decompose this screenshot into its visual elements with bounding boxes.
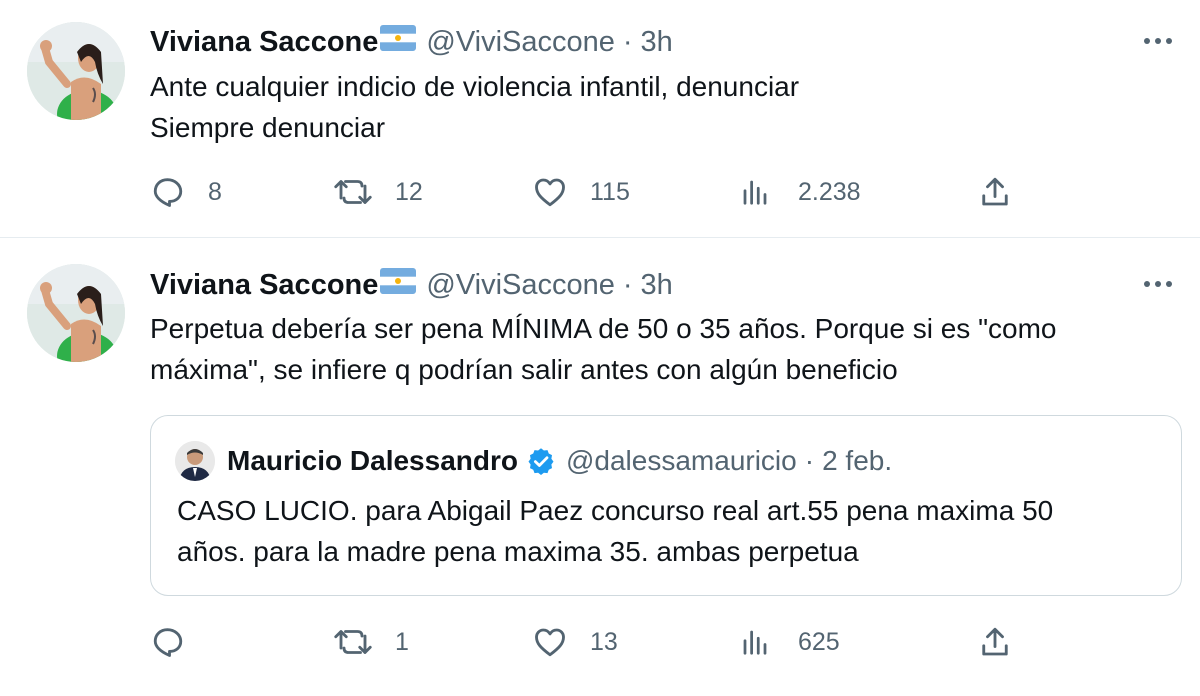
separator-dot: · bbox=[622, 268, 633, 301]
views-button[interactable]: 625 bbox=[740, 622, 840, 662]
like-count: 115 bbox=[590, 177, 630, 206]
heart-icon bbox=[532, 174, 568, 210]
quoted-tweet-header: Mauricio Dalessandro @dalessamauricio · … bbox=[175, 438, 892, 484]
reply-icon bbox=[150, 624, 186, 660]
like-button[interactable]: 13 bbox=[532, 622, 618, 662]
tweet-header: Viviana Saccone @ViviSaccone · 3h bbox=[150, 265, 673, 305]
quoted-tweet-text: CASO LUCIO. para Abigail Paez concurso r… bbox=[177, 490, 1167, 572]
quoted-timestamp[interactable]: 2 feb. bbox=[822, 445, 892, 477]
like-count: 13 bbox=[590, 627, 618, 656]
quoted-text-line: CASO LUCIO. para Abigail Paez concurso r… bbox=[177, 495, 1054, 526]
quoted-author-name[interactable]: Mauricio Dalessandro bbox=[227, 445, 518, 477]
quoted-text-line: años. para la madre pena maxima 35. amba… bbox=[177, 536, 859, 567]
reply-button[interactable] bbox=[150, 622, 208, 662]
argentina-flag-icon bbox=[380, 268, 417, 302]
timestamp[interactable]: 3h bbox=[641, 269, 673, 302]
heart-icon bbox=[532, 624, 568, 660]
retweet-count: 12 bbox=[395, 177, 423, 206]
retweet-button[interactable]: 1 bbox=[333, 622, 409, 662]
action-bar: 1 13 625 bbox=[150, 622, 1030, 662]
share-button[interactable] bbox=[977, 172, 1013, 212]
more-icon[interactable] bbox=[1138, 269, 1178, 299]
tweet-text: Ante cualquier indicio de violencia infa… bbox=[150, 66, 1170, 148]
views-count: 625 bbox=[798, 627, 840, 656]
tweet[interactable]: Viviana Saccone @ViviSaccone · 3h Perpet… bbox=[0, 239, 1200, 696]
author-handle[interactable]: @ViviSaccone bbox=[426, 26, 615, 59]
author-handle[interactable]: @ViviSaccone bbox=[426, 269, 615, 302]
tweet-header: Viviana Saccone @ViviSaccone · 3h bbox=[150, 22, 673, 62]
more-icon[interactable] bbox=[1138, 26, 1178, 56]
quoted-author-handle[interactable]: @dalessamauricio bbox=[566, 445, 797, 477]
quoted-tweet[interactable]: Mauricio Dalessandro @dalessamauricio · … bbox=[150, 415, 1182, 596]
retweet-icon bbox=[333, 174, 373, 210]
verified-badge-icon bbox=[526, 446, 556, 476]
views-icon bbox=[740, 627, 770, 657]
tweet-text-line: Siempre denunciar bbox=[150, 112, 386, 143]
timestamp[interactable]: 3h bbox=[641, 26, 673, 59]
tweet-text-line: Perpetua debería ser pena MÍNIMA de 50 o… bbox=[150, 313, 1057, 344]
tweet[interactable]: Viviana Saccone @ViviSaccone · 3h Ante c… bbox=[0, 0, 1200, 238]
views-icon bbox=[740, 177, 770, 207]
retweet-count: 1 bbox=[395, 627, 409, 656]
share-icon bbox=[977, 174, 1013, 210]
tweet-text: Perpetua debería ser pena MÍNIMA de 50 o… bbox=[150, 308, 1170, 390]
views-count: 2.238 bbox=[798, 177, 861, 206]
share-button[interactable] bbox=[977, 622, 1013, 662]
author-name[interactable]: Viviana Saccone bbox=[150, 269, 378, 302]
quoted-avatar[interactable] bbox=[175, 441, 215, 481]
like-button[interactable]: 115 bbox=[532, 172, 630, 212]
share-icon bbox=[977, 624, 1013, 660]
author-name[interactable]: Viviana Saccone bbox=[150, 26, 378, 59]
reply-icon bbox=[150, 174, 186, 210]
separator-dot: · bbox=[804, 445, 815, 476]
tweet-text-line: máxima", se infiere q podrían salir ante… bbox=[150, 354, 898, 385]
reply-button[interactable]: 8 bbox=[150, 172, 222, 212]
tweet-text-line: Ante cualquier indicio de violencia infa… bbox=[150, 71, 800, 102]
argentina-flag-icon bbox=[380, 25, 417, 59]
retweet-button[interactable]: 12 bbox=[333, 172, 423, 212]
views-button[interactable]: 2.238 bbox=[740, 172, 861, 212]
avatar[interactable] bbox=[27, 264, 125, 362]
avatar[interactable] bbox=[27, 22, 125, 120]
retweet-icon bbox=[333, 624, 373, 660]
separator-dot: · bbox=[622, 25, 633, 58]
action-bar: 8 12 115 2.238 bbox=[150, 172, 1030, 212]
reply-count: 8 bbox=[208, 177, 222, 206]
